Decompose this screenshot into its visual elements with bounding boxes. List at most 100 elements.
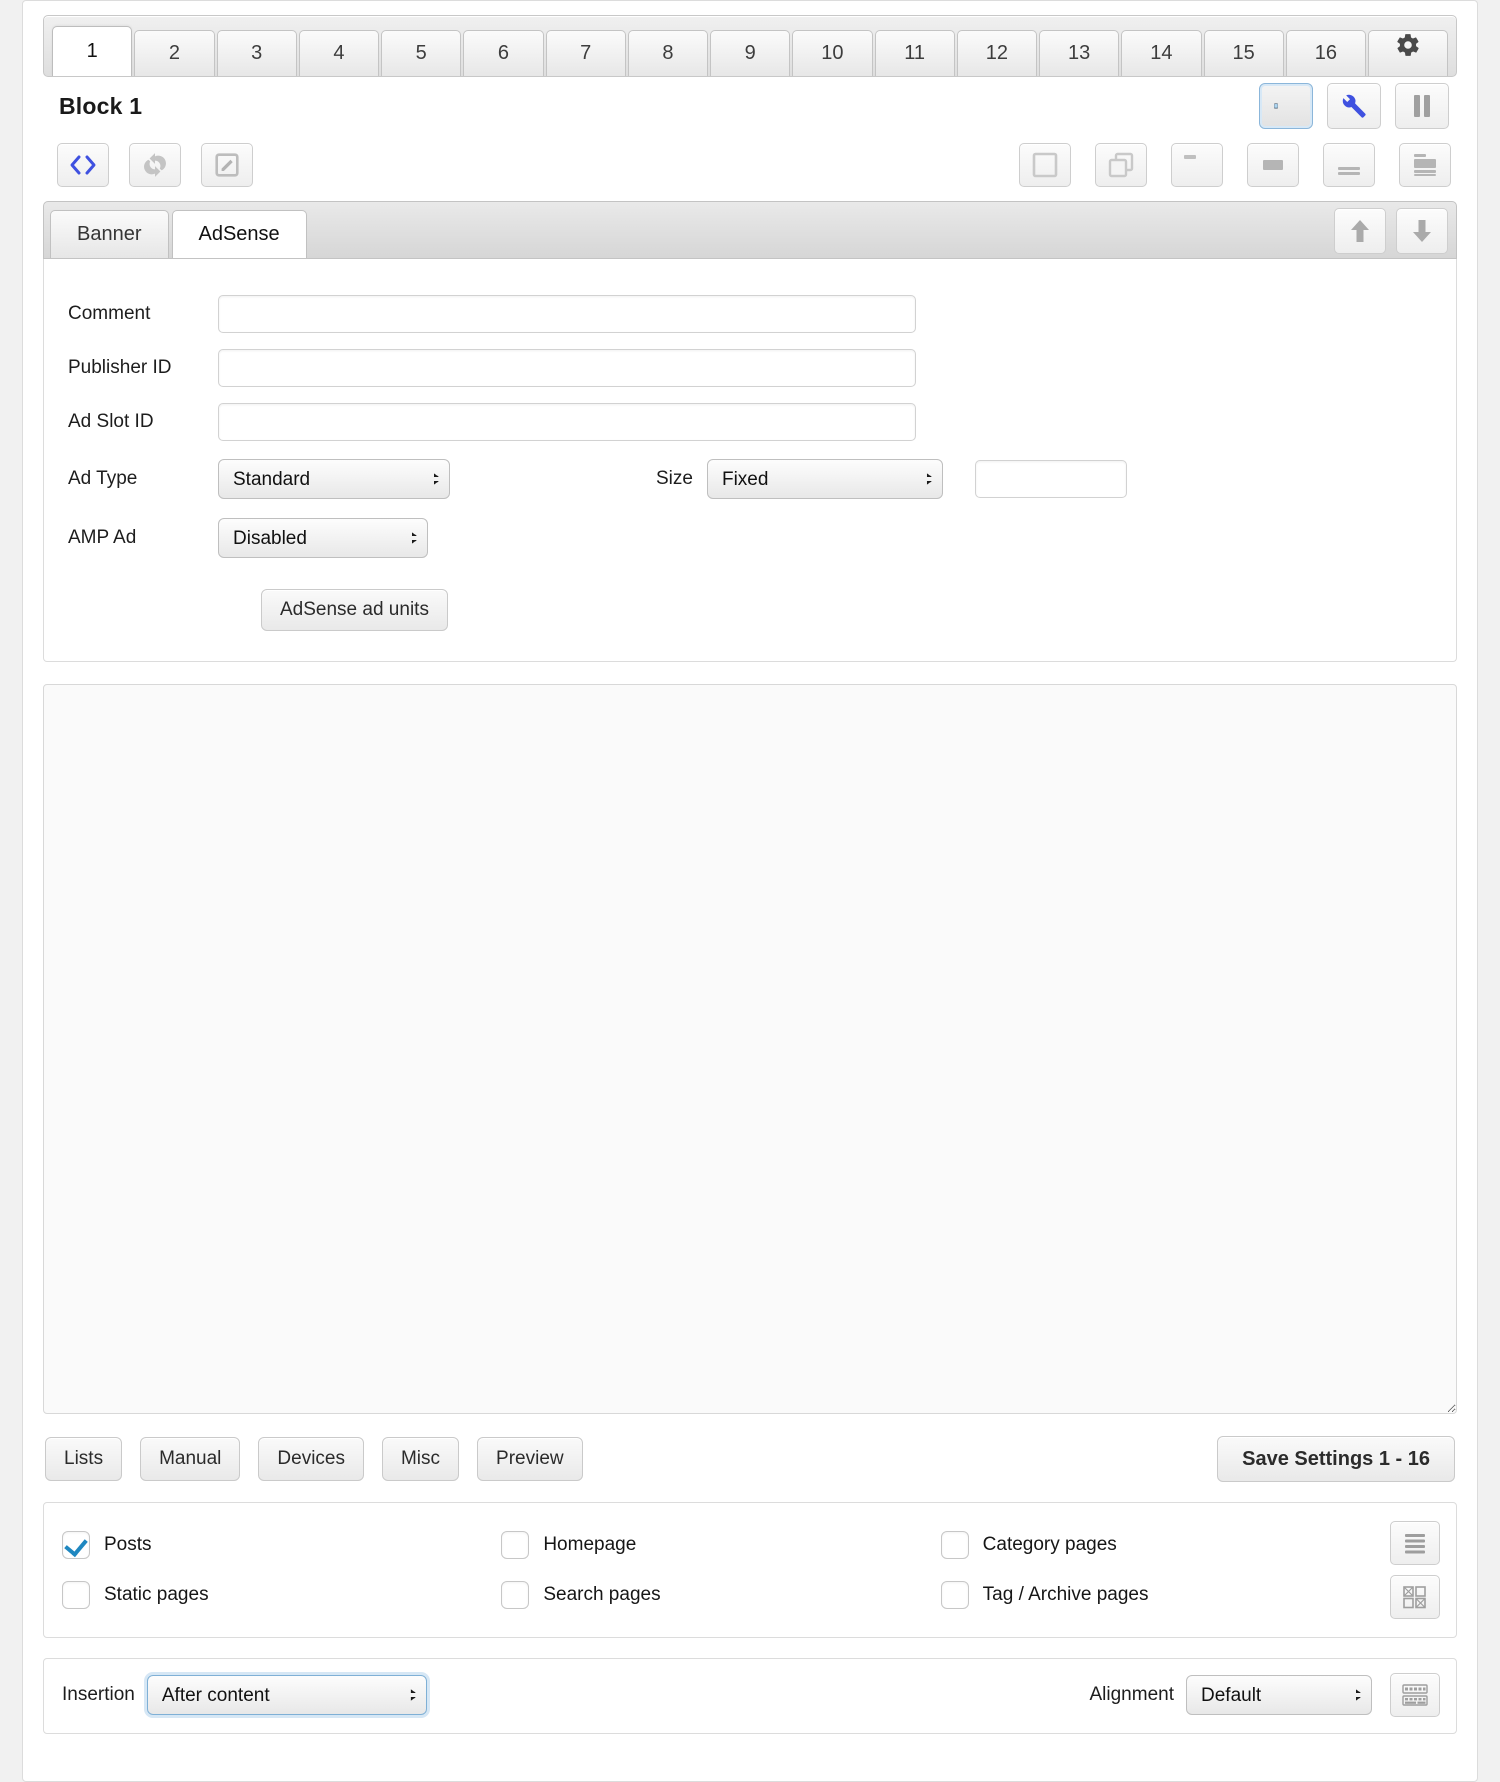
pause-button[interactable] bbox=[1395, 83, 1449, 129]
insertion-select-wrap: Before contentAfter contentBefore paragr… bbox=[147, 1675, 427, 1715]
size-select[interactable]: FixedResponsive bbox=[707, 459, 943, 499]
block-filled-icon bbox=[1258, 153, 1288, 177]
block-tab-16[interactable]: 16 bbox=[1286, 30, 1366, 76]
ad-type-tab-strip: Banner AdSense bbox=[43, 201, 1457, 259]
block-tab-3[interactable]: 3 bbox=[217, 30, 297, 76]
layout-icon-group bbox=[995, 143, 1451, 187]
checkbox-category-pages[interactable] bbox=[941, 1531, 969, 1559]
alignment-group: Alignment DefaultLeftRightCenterFloat le… bbox=[1090, 1673, 1441, 1717]
size-dimension-input[interactable] bbox=[975, 460, 1127, 498]
alignment-select[interactable]: DefaultLeftRightCenterFloat leftFloat ri… bbox=[1186, 1675, 1372, 1715]
checkbox-tag-archive-pages[interactable] bbox=[941, 1581, 969, 1609]
block-tab-15[interactable]: 15 bbox=[1204, 30, 1284, 76]
insertion-label: Insertion bbox=[62, 1684, 135, 1706]
block-tab-7[interactable]: 7 bbox=[546, 30, 626, 76]
list-lines-icon bbox=[1402, 1531, 1428, 1555]
alignment-select-wrap: DefaultLeftRightCenterFloat leftFloat ri… bbox=[1186, 1675, 1372, 1715]
settings-tab[interactable] bbox=[1368, 30, 1448, 76]
checkbox-cell-homepage: Homepage bbox=[501, 1531, 940, 1559]
insertion-select[interactable]: Before contentAfter contentBefore paragr… bbox=[147, 1675, 427, 1715]
block-tab-2[interactable]: 2 bbox=[134, 30, 214, 76]
layout-header-button[interactable] bbox=[1171, 143, 1223, 187]
checkbox-label-category-pages: Category pages bbox=[983, 1534, 1117, 1556]
checkbox-label-tag-archive-pages: Tag / Archive pages bbox=[983, 1584, 1149, 1606]
ad-slot-id-row: Ad Slot ID bbox=[44, 395, 1456, 449]
lists-button[interactable]: Lists bbox=[45, 1437, 122, 1481]
edit-button[interactable] bbox=[201, 143, 253, 187]
device-mobile-icon bbox=[1274, 91, 1278, 121]
checkbox-static-pages[interactable] bbox=[62, 1581, 90, 1609]
checkbox-cell-posts: Posts bbox=[62, 1531, 501, 1559]
tab-banner[interactable]: Banner bbox=[50, 210, 169, 258]
checkbox-posts[interactable] bbox=[62, 1531, 90, 1559]
preview-button[interactable]: Preview bbox=[477, 1437, 583, 1481]
ad-slot-id-label: Ad Slot ID bbox=[68, 411, 218, 433]
amp-ad-row: AMP Ad DisabledEnabledAbove the fold bbox=[44, 509, 1456, 567]
ad-code-textarea[interactable] bbox=[43, 684, 1457, 1414]
misc-button[interactable]: Misc bbox=[382, 1437, 459, 1481]
block-tab-6[interactable]: 6 bbox=[463, 30, 543, 76]
refresh-sync-icon bbox=[142, 152, 168, 178]
block-tab-10[interactable]: 10 bbox=[792, 30, 872, 76]
code-brackets-icon bbox=[69, 154, 97, 176]
amp-ad-label: AMP Ad bbox=[68, 527, 218, 549]
ad-type-label: Ad Type bbox=[68, 468, 218, 490]
header-bar-icon bbox=[1182, 153, 1212, 177]
checkbox-label-posts: Posts bbox=[104, 1534, 152, 1556]
grid-view-button[interactable] bbox=[1390, 1575, 1440, 1619]
checkbox-label-search-pages: Search pages bbox=[543, 1584, 660, 1606]
ad-slot-id-input[interactable] bbox=[218, 403, 916, 441]
ad-type-select[interactable]: StandardLink adIn-articleIn-feedMatched … bbox=[218, 459, 450, 499]
devices-button[interactable]: Devices bbox=[258, 1437, 364, 1481]
block-tab-4[interactable]: 4 bbox=[299, 30, 379, 76]
settings-wrench-button[interactable] bbox=[1327, 83, 1381, 129]
alignment-label: Alignment bbox=[1090, 1684, 1175, 1706]
settings-panel: 1 2 3 4 5 6 7 8 9 10 11 12 13 14 15 16 B… bbox=[22, 0, 1478, 1782]
checkbox-label-static-pages: Static pages bbox=[104, 1584, 209, 1606]
block-tab-5[interactable]: 5 bbox=[381, 30, 461, 76]
checkbox-cell-static-pages: Static pages bbox=[62, 1581, 501, 1609]
block-tab-strip: 1 2 3 4 5 6 7 8 9 10 11 12 13 14 15 16 bbox=[43, 15, 1457, 77]
app-root: 1 2 3 4 5 6 7 8 9 10 11 12 13 14 15 16 B… bbox=[0, 0, 1500, 1782]
ad-units-row: AdSense ad units bbox=[44, 567, 1456, 631]
checkbox-search-pages[interactable] bbox=[501, 1581, 529, 1609]
square-outline-icon bbox=[1032, 152, 1058, 178]
publisher-id-row: Publisher ID bbox=[44, 341, 1456, 395]
block-tab-8[interactable]: 8 bbox=[628, 30, 708, 76]
layout-content-button[interactable] bbox=[1399, 143, 1451, 187]
layout-stack-button[interactable] bbox=[1095, 143, 1147, 187]
block-tab-14[interactable]: 14 bbox=[1121, 30, 1201, 76]
adsense-form: Comment Publisher ID Ad Slot ID Ad Type … bbox=[43, 259, 1457, 662]
block-toolbar-row bbox=[43, 135, 1457, 195]
block-tab-12[interactable]: 12 bbox=[957, 30, 1037, 76]
refresh-button[interactable] bbox=[129, 143, 181, 187]
reorder-group bbox=[1324, 208, 1448, 258]
list-view-button[interactable] bbox=[1390, 1521, 1440, 1565]
comment-row: Comment bbox=[44, 287, 1456, 341]
layout-none-button[interactable] bbox=[1019, 143, 1071, 187]
arrow-up-icon bbox=[1349, 218, 1371, 244]
display-side-icons bbox=[1390, 1521, 1440, 1619]
block-tab-11[interactable]: 11 bbox=[875, 30, 955, 76]
publisher-id-input[interactable] bbox=[218, 349, 916, 387]
block-tab-9[interactable]: 9 bbox=[710, 30, 790, 76]
comment-input[interactable] bbox=[218, 295, 916, 333]
device-mobile-button[interactable] bbox=[1259, 83, 1313, 129]
move-down-button[interactable] bbox=[1396, 208, 1448, 254]
block-tab-1[interactable]: 1 bbox=[52, 26, 132, 76]
size-label: Size bbox=[656, 468, 693, 490]
checkbox-cell-tag-archive-pages: Tag / Archive pages bbox=[941, 1581, 1380, 1609]
amp-ad-select[interactable]: DisabledEnabledAbove the fold bbox=[218, 518, 428, 558]
display-conditions-card: Posts Homepage Category pages Static pag… bbox=[43, 1502, 1457, 1638]
layout-lines-button[interactable] bbox=[1323, 143, 1375, 187]
tab-adsense[interactable]: AdSense bbox=[172, 210, 307, 258]
checkbox-homepage[interactable] bbox=[501, 1531, 529, 1559]
save-settings-button[interactable]: Save Settings 1 - 16 bbox=[1217, 1436, 1455, 1482]
layout-block-button[interactable] bbox=[1247, 143, 1299, 187]
manual-button[interactable]: Manual bbox=[140, 1437, 240, 1481]
move-up-button[interactable] bbox=[1334, 208, 1386, 254]
block-tab-13[interactable]: 13 bbox=[1039, 30, 1119, 76]
alignment-preview-button[interactable] bbox=[1390, 1673, 1440, 1717]
adsense-ad-units-button[interactable]: AdSense ad units bbox=[261, 589, 448, 631]
code-toggle-button[interactable] bbox=[57, 143, 109, 187]
